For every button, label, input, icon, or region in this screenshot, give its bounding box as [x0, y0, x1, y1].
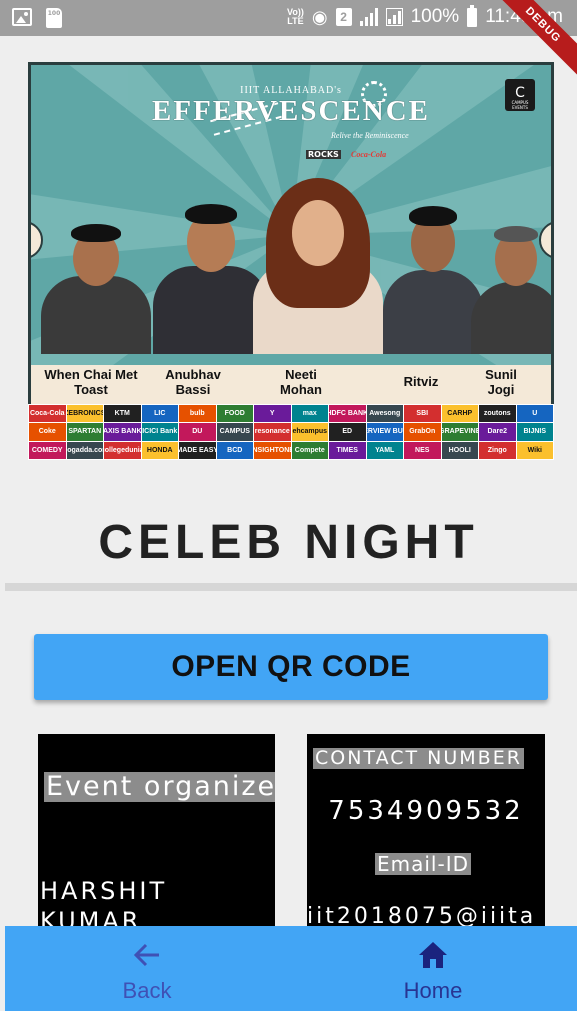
sponsor-logo: HONDA: [141, 441, 178, 459]
campus-events-logo: C CAMPUS EVENTS: [505, 79, 535, 111]
sponsor-logo: BIJNIS: [516, 423, 553, 441]
signal-strength-icon-2: [385, 8, 403, 26]
contact-card: CONTACT NUMBER 7534909532 Email-ID iit20…: [307, 734, 545, 934]
sponsor-logo: Zingo: [479, 441, 516, 459]
sponsor-logo: GrabOn: [404, 423, 441, 441]
wifi-icon: ◉: [311, 6, 328, 27]
sponsor-logo: zoutons: [479, 405, 516, 423]
arrow-left-icon: [77, 940, 217, 978]
sponsor-logo: CARHP: [441, 405, 478, 423]
sponsor-logo: max: [291, 405, 328, 423]
home-icon: [363, 940, 503, 978]
back-label: Back: [122, 978, 172, 1003]
sponsor-logo: Coca-Cola: [29, 405, 66, 423]
event-poster: IIIT ALLAHABAD's EFFERVESCENCE Relive th…: [28, 62, 554, 404]
sim-badge: 2: [335, 8, 352, 26]
sponsor-logo: CAMPUS: [216, 423, 253, 441]
sponsor-logo: ehcampus: [291, 423, 328, 441]
event-banner-image: IIIT ALLAHABAD's EFFERVESCENCE Relive th…: [28, 62, 554, 460]
battery-percent: 100%: [410, 6, 460, 27]
divider: [5, 583, 577, 591]
sponsor-logo: U: [516, 405, 553, 423]
celebrity-name: Neeti Mohan: [280, 367, 322, 397]
organizer-card: Event organizer HARSHIT KUMAR: [38, 734, 275, 934]
sd-card-icon: 100: [46, 8, 62, 28]
volte-icon: Vo)) LTE: [287, 7, 304, 26]
sponsor-logo: HOOLI: [441, 441, 478, 459]
poster-sponsor-logo: ROCKS: [306, 150, 341, 159]
sponsor-logo: collegedunia: [104, 441, 141, 459]
sponsor-logo: KTM: [104, 405, 141, 423]
contact-number: 7534909532: [328, 796, 524, 826]
signal-strength-icon: [359, 8, 378, 26]
organizer-label: Event organizer: [44, 772, 275, 802]
sponsor-logo: COMEDY: [29, 441, 66, 459]
sponsor-logo: SPARTAN: [66, 423, 103, 441]
sponsor-logo: AXIS BANK: [104, 423, 141, 441]
sponsor-logo: YAML: [366, 441, 403, 459]
celebrity-figure: [41, 224, 151, 354]
poster-title: EFFERVESCENCE: [152, 95, 430, 127]
sponsor-logo: Compete: [291, 441, 328, 459]
sponsor-logo: DU: [179, 423, 216, 441]
open-qr-code-button[interactable]: OPEN QR CODE: [34, 634, 548, 700]
celebrity-name-band: When Chai Met Toast Anubhav Bassi Neeti …: [31, 365, 551, 404]
sponsor-logo: Wiki: [516, 441, 553, 459]
battery-icon: [467, 4, 478, 27]
bottom-navigation: Back Home: [5, 926, 577, 1011]
sponsor-logo: resonance: [254, 423, 291, 441]
sponsor-logo: Y: [254, 405, 291, 423]
sponsor-logo: TIMES: [329, 441, 366, 459]
sponsor-logo: MADE EASY: [179, 441, 216, 459]
sponsor-logo-strip: Coca-ColaZEBRONICSKTMLICbulbFOODYmaxHDFC…: [28, 404, 554, 460]
sponsor-logo: Awesong: [366, 405, 403, 423]
celebrity-figure: [471, 226, 551, 354]
poster-sponsor-logo: Coca-Cola: [351, 150, 387, 159]
sponsor-logo: SBI: [404, 405, 441, 423]
sponsor-logo: ICICI Bank: [141, 423, 178, 441]
celebrity-name: Anubhav Bassi: [165, 367, 221, 397]
celebrity-figure: [153, 204, 269, 354]
sponsor-logo: HDFC BANK: [329, 405, 366, 423]
celebrity-name: Ritviz: [403, 374, 439, 389]
celebrity-name: When Chai Met Toast: [44, 367, 138, 397]
celebrity-name: Sunil Jogi: [485, 367, 517, 397]
email-label: Email-ID: [375, 852, 472, 876]
page-title: CELEB NIGHT: [98, 516, 479, 569]
poster-tagline: Relive the Reminiscence: [331, 131, 409, 140]
contact-number-label: CONTACT NUMBER: [313, 747, 524, 769]
sponsor-logo: ZEBRONICS: [66, 405, 103, 423]
sponsor-logo: INSIGHTONE: [254, 441, 291, 459]
status-bar: 100 Vo)) LTE ◉ 2 100% 11:49 pm: [0, 0, 577, 36]
sponsor-logo: blogadda.com: [66, 441, 103, 459]
sponsor-logo: bulb: [179, 405, 216, 423]
home-button[interactable]: Home: [363, 940, 503, 1006]
sponsor-logo: Coke: [29, 423, 66, 441]
sponsor-logo: Dare2: [479, 423, 516, 441]
sponsor-logo: GRAPEVINE: [441, 423, 478, 441]
back-button[interactable]: Back: [77, 940, 217, 1006]
celebrity-figure: [253, 178, 383, 354]
sponsor-logo: NES: [404, 441, 441, 459]
celebrity-figure: [383, 204, 483, 354]
home-label: Home: [403, 978, 463, 1003]
sponsor-logo: FOOD: [216, 405, 253, 423]
sponsor-logo: ED: [329, 423, 366, 441]
sponsor-logo: LIC: [141, 405, 178, 423]
image-notification-icon: [12, 8, 32, 26]
sponsor-logo: BCD: [216, 441, 253, 459]
sponsor-logo: INTERVIEW BUDDY: [366, 423, 403, 441]
